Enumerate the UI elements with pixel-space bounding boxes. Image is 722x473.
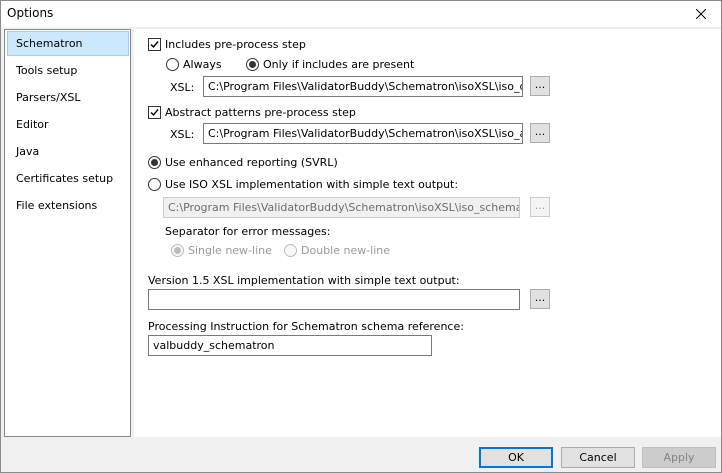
checkmark-icon — [150, 41, 159, 49]
single-newline-label: Single new-line — [188, 244, 272, 257]
checkbox-box — [148, 106, 161, 119]
iso-xsl-browse-button[interactable]: ... — [530, 197, 550, 217]
radio-circle — [148, 178, 161, 191]
v15-xsl-browse-button[interactable]: ... — [530, 289, 550, 309]
enhanced-reporting-radio[interactable]: Use enhanced reporting (SVRL) — [148, 155, 348, 171]
title-bar: Options — [1, 1, 721, 27]
radio-circle — [284, 244, 297, 257]
single-newline-radio[interactable]: Single new-line — [171, 243, 281, 259]
iso-xsl-path-input[interactable]: C:\Program Files\ValidatorBuddy\Schematr… — [163, 197, 520, 218]
sidebar-item-tools-setup[interactable]: Tools setup — [7, 58, 129, 83]
includes-only-if-present-label: Only if includes are present — [263, 58, 415, 71]
checkmark-icon — [150, 109, 159, 117]
double-newline-radio[interactable]: Double new-line — [284, 243, 404, 259]
sidebar-item-schematron[interactable]: Schematron — [7, 31, 129, 56]
abstract-xsl-label: XSL: — [170, 128, 195, 141]
sidebar-item-parsers-xsl[interactable]: Parsers/XSL — [7, 85, 129, 110]
options-category-list: Schematron Tools setup Parsers/XSL Edito… — [4, 29, 131, 437]
radio-circle — [148, 156, 161, 169]
separator-label: Separator for error messages: — [165, 225, 331, 238]
includes-always-radio[interactable]: Always — [166, 57, 226, 73]
cancel-button[interactable]: Cancel — [561, 447, 635, 468]
sidebar-item-editor[interactable]: Editor — [7, 112, 129, 137]
includes-preprocess-label: Includes pre-process step — [165, 38, 306, 51]
ok-button[interactable]: OK — [479, 447, 553, 468]
double-newline-label: Double new-line — [301, 244, 391, 257]
sidebar-item-file-extensions[interactable]: File extensions — [7, 193, 129, 218]
sidebar-item-certificates-setup[interactable]: Certificates setup — [7, 166, 129, 191]
checkbox-box — [148, 38, 161, 51]
radio-circle — [246, 58, 259, 71]
radio-circle — [171, 244, 184, 257]
abstract-xsl-browse-button[interactable]: ... — [530, 123, 550, 143]
includes-xsl-label: XSL: — [170, 81, 195, 94]
enhanced-reporting-label: Use enhanced reporting (SVRL) — [165, 156, 338, 169]
apply-button[interactable]: Apply — [642, 447, 716, 468]
window-title: Options — [7, 6, 54, 20]
v15-xsl-path-input[interactable] — [148, 289, 520, 310]
pi-input[interactable]: valbuddy_schematron — [148, 335, 432, 356]
pi-label: Processing Instruction for Schematron sc… — [148, 320, 464, 333]
iso-xsl-label: Use ISO XSL implementation with simple t… — [165, 178, 459, 191]
includes-xsl-browse-button[interactable]: ... — [530, 76, 550, 96]
abstract-xsl-path-input[interactable]: C:\Program Files\ValidatorBuddy\Schematr… — [203, 123, 523, 144]
includes-only-if-present-radio[interactable]: Only if includes are present — [246, 57, 446, 73]
iso-xsl-radio[interactable]: Use ISO XSL implementation with simple t… — [148, 177, 458, 193]
abstract-patterns-checkbox[interactable]: Abstract patterns pre-process step — [148, 105, 368, 121]
close-icon — [696, 9, 706, 19]
schematron-settings-panel: Includes pre-process step Always Only if… — [134, 29, 721, 437]
includes-preprocess-checkbox[interactable]: Includes pre-process step — [148, 37, 348, 53]
includes-always-label: Always — [183, 58, 222, 71]
includes-xsl-path-input[interactable]: C:\Program Files\ValidatorBuddy\Schematr… — [203, 76, 523, 97]
sidebar-item-java[interactable]: Java — [7, 139, 129, 164]
radio-circle — [166, 58, 179, 71]
abstract-patterns-label: Abstract patterns pre-process step — [165, 106, 356, 119]
v15-xsl-label: Version 1.5 XSL implementation with simp… — [148, 274, 460, 287]
options-dialog: Options Schematron Tools setup Parsers/X… — [0, 0, 722, 473]
close-button[interactable] — [683, 1, 719, 27]
